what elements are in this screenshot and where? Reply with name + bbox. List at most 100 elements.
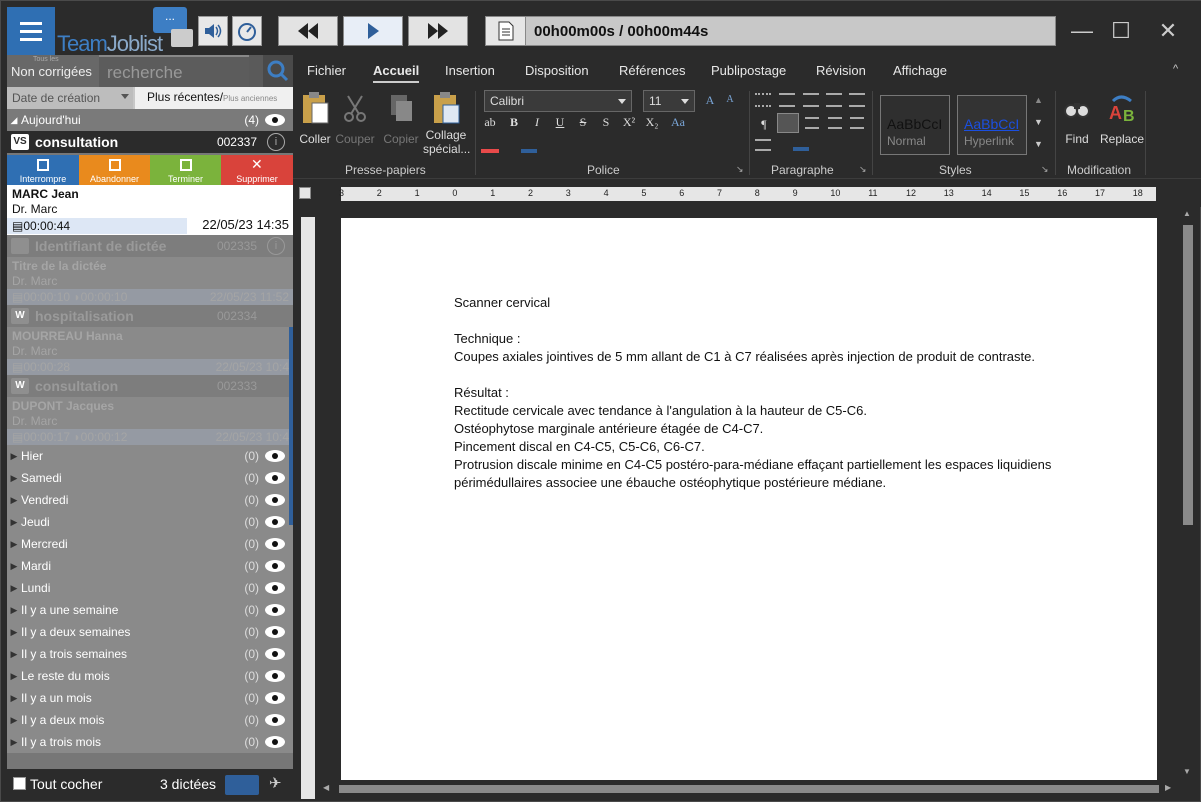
cut-button[interactable]: Couper bbox=[333, 91, 377, 146]
eye-icon[interactable] bbox=[265, 494, 285, 506]
group-row[interactable]: ▶ Il y a une semaine (0) bbox=[7, 599, 293, 621]
hamburger-menu-button[interactable] bbox=[7, 7, 55, 55]
play-button[interactable] bbox=[343, 16, 403, 46]
group-row[interactable]: ▶ Le reste du mois (0) bbox=[7, 665, 293, 687]
eye-icon[interactable] bbox=[265, 450, 285, 462]
speed-icon[interactable] bbox=[232, 16, 262, 46]
forward-button[interactable] bbox=[408, 16, 468, 46]
group-row[interactable]: ▶ Il y a un mois (0) bbox=[7, 687, 293, 709]
superscript-icon[interactable]: X² bbox=[620, 113, 638, 131]
styles-more-icon[interactable]: ▼ bbox=[1034, 139, 1043, 149]
rewind-button[interactable] bbox=[278, 16, 338, 46]
numbering-icon[interactable] bbox=[779, 93, 795, 107]
dialog-launcher-icon[interactable]: ↘ bbox=[859, 164, 867, 175]
document-line[interactable]: Pincement discal en C4-C5, C5-C6, C6-C7. bbox=[454, 438, 1094, 456]
copy-button[interactable]: Copier bbox=[379, 91, 423, 146]
close-button[interactable]: ✕ bbox=[1153, 16, 1183, 46]
selected-dictation[interactable]: MARC Jean Dr. Marc ▤00:00:44 22/05/23 14… bbox=[7, 185, 293, 235]
sort-date-select[interactable]: Date de création bbox=[7, 87, 133, 109]
tab-non-corrigees[interactable]: Non corrigées Tous les bbox=[7, 55, 99, 87]
font-size-select[interactable]: 11 bbox=[643, 90, 695, 112]
collapse-ribbon-icon[interactable]: ^ bbox=[1173, 63, 1178, 75]
dictation-header[interactable]: W consultation 002333 bbox=[7, 375, 293, 397]
pilcrow-icon[interactable]: ¶ bbox=[755, 115, 773, 133]
style-hyperlink[interactable]: AaBbCcI Hyperlink bbox=[957, 95, 1027, 155]
underline-icon[interactable]: U bbox=[551, 113, 569, 131]
document-line[interactable]: Rectitude cervicale avec tendance à l'an… bbox=[454, 402, 1094, 420]
dictation-card[interactable]: MOURREAU Hanna Dr. Marc ▤00:00:28 22/05/… bbox=[7, 327, 293, 375]
vertical-scrollbar[interactable]: ▲ ▼ bbox=[1178, 207, 1196, 781]
list-scrollbar[interactable] bbox=[289, 327, 293, 525]
delete-button[interactable]: ✕ Supprimer bbox=[221, 155, 293, 185]
eye-icon[interactable] bbox=[265, 648, 285, 660]
eye-icon[interactable] bbox=[265, 604, 285, 616]
scroll-right-icon[interactable]: ▶ bbox=[1165, 783, 1171, 792]
tab-accueil[interactable]: Accueil bbox=[373, 63, 420, 83]
highlight-icon[interactable] bbox=[481, 139, 499, 153]
document-line[interactable]: Technique : bbox=[454, 330, 1094, 348]
eye-icon[interactable] bbox=[265, 714, 285, 726]
minimize-button[interactable]: — bbox=[1067, 16, 1097, 46]
document-text[interactable]: Scanner cervical Technique : Coupes axiale… bbox=[454, 294, 1094, 492]
vertical-scroll-thumb[interactable] bbox=[1183, 225, 1193, 525]
info-icon[interactable]: i bbox=[267, 237, 285, 255]
change-case-icon[interactable]: Aa bbox=[669, 113, 687, 131]
increase-indent-icon[interactable] bbox=[849, 93, 865, 107]
group-row[interactable]: ▶ Lundi (0) bbox=[7, 577, 293, 599]
font-color-icon[interactable] bbox=[521, 139, 537, 153]
eye-icon[interactable] bbox=[265, 538, 285, 550]
sort-order-toggle[interactable]: Plus récentes/Plus anciennes bbox=[135, 87, 293, 109]
abandon-button[interactable]: Abandonner bbox=[79, 155, 150, 185]
horizontal-ruler[interactable]: 3 2 1 0 1 2 3 4 5 6 7 8 9 10 11 12 13 14 15 16 17 18 bbox=[339, 187, 1156, 201]
eye-icon[interactable] bbox=[265, 692, 285, 704]
style-normal[interactable]: AaBbCcI Normal bbox=[880, 95, 950, 155]
decrease-indent-icon[interactable] bbox=[826, 93, 842, 107]
horizontal-scrollbar[interactable]: ◀ ▶ bbox=[319, 781, 1178, 797]
clear-format-icon[interactable]: ab bbox=[481, 113, 499, 131]
scroll-up-icon[interactable]: ▲ bbox=[1183, 209, 1191, 218]
replace-button[interactable]: AB Replace bbox=[1097, 91, 1147, 146]
horizontal-scroll-thumb[interactable] bbox=[339, 785, 1159, 793]
check-all-checkbox[interactable] bbox=[13, 777, 26, 790]
document-line[interactable]: Scanner cervical bbox=[454, 294, 1094, 312]
group-row[interactable]: ▶ Il y a deux mois (0) bbox=[7, 709, 293, 731]
align-center-icon[interactable] bbox=[805, 117, 819, 129]
grow-font-icon[interactable]: A bbox=[701, 91, 719, 109]
group-row[interactable]: ▶ Samedi (0) bbox=[7, 467, 293, 489]
shading-icon[interactable] bbox=[793, 139, 809, 151]
document-line[interactable]: Coupes axiales jointives de 5 mm allant … bbox=[454, 348, 1094, 366]
eye-icon[interactable] bbox=[265, 582, 285, 594]
bold-icon[interactable]: B bbox=[505, 113, 523, 131]
paste-button[interactable]: Coller bbox=[293, 91, 337, 146]
styles-up-icon[interactable]: ▲ bbox=[1034, 95, 1043, 105]
tab-stop-selector[interactable] bbox=[299, 187, 311, 199]
search-icon[interactable] bbox=[263, 55, 293, 87]
tab-fichier[interactable]: Fichier bbox=[307, 63, 346, 78]
document-page[interactable]: Scanner cervical Technique : Coupes axiale… bbox=[341, 218, 1157, 780]
bullets-icon[interactable] bbox=[755, 93, 771, 107]
group-row[interactable]: ▶ Il y a trois semaines (0) bbox=[7, 643, 293, 665]
tab-insertion[interactable]: Insertion bbox=[445, 63, 495, 78]
volume-icon[interactable] bbox=[198, 16, 228, 46]
strikethrough-icon[interactable]: S bbox=[574, 113, 592, 131]
vertical-ruler[interactable] bbox=[301, 217, 315, 799]
pin-icon[interactable]: ✈ bbox=[269, 774, 282, 792]
dialog-launcher-icon[interactable]: ↘ bbox=[1041, 164, 1049, 175]
scroll-down-icon[interactable]: ▼ bbox=[1183, 767, 1191, 776]
eye-icon[interactable] bbox=[265, 114, 285, 126]
tab-disposition[interactable]: Disposition bbox=[525, 63, 589, 78]
tab-references[interactable]: Références bbox=[619, 63, 685, 78]
document-line[interactable]: Ostéophytose marginale antérieure étagée… bbox=[454, 420, 1094, 438]
tab-revision[interactable]: Révision bbox=[816, 63, 866, 78]
document-line[interactable]: Résultat : bbox=[454, 384, 1094, 402]
group-row[interactable]: ▶ Mardi (0) bbox=[7, 555, 293, 577]
document-line[interactable] bbox=[454, 366, 1094, 384]
search-input[interactable]: recherche bbox=[99, 55, 249, 87]
justify-icon[interactable] bbox=[850, 117, 864, 129]
eye-icon[interactable] bbox=[265, 472, 285, 484]
subscript-icon[interactable]: X₂ bbox=[643, 113, 661, 131]
styles-down-icon[interactable]: ▼ bbox=[1034, 117, 1043, 127]
group-row[interactable]: ▶ Jeudi (0) bbox=[7, 511, 293, 533]
suitcase-icon[interactable] bbox=[225, 775, 259, 795]
document-line[interactable] bbox=[454, 312, 1094, 330]
